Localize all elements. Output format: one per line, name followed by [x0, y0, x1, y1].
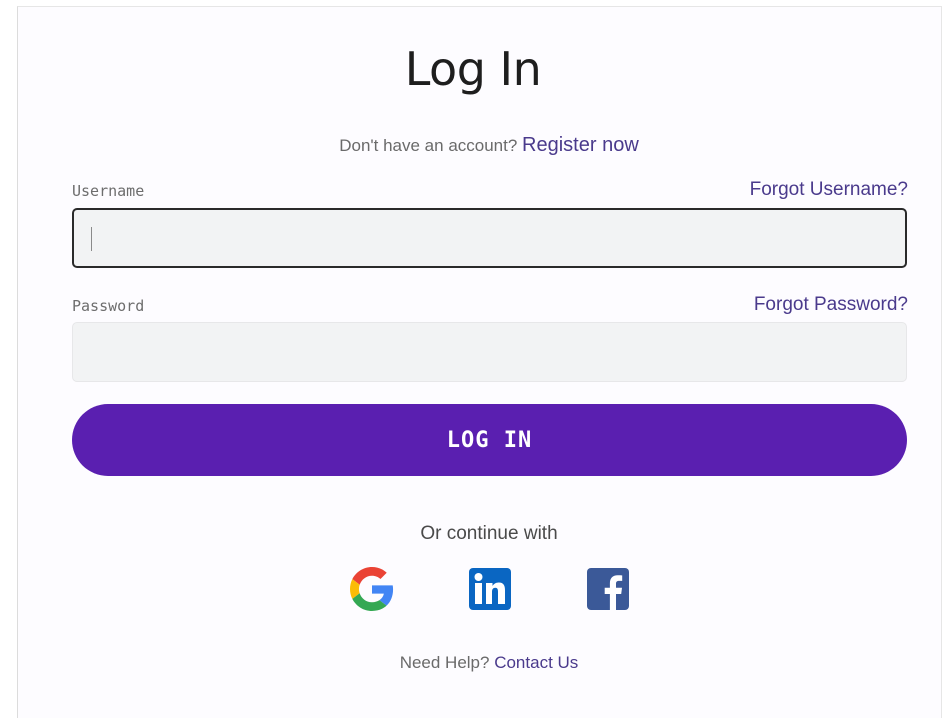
text-caret	[91, 227, 92, 251]
help-prompt-text: Need Help?	[399, 653, 490, 672]
page-title: Log In	[404, 42, 542, 96]
username-input[interactable]	[72, 208, 907, 268]
linkedin-login-button[interactable]	[467, 566, 513, 612]
password-label: Password	[72, 297, 145, 315]
register-link[interactable]: Register now	[522, 134, 639, 156]
register-prompt-text: Don't have an account?	[339, 136, 518, 155]
username-label: Username	[72, 182, 145, 200]
contact-us-link[interactable]: Contact Us	[494, 653, 578, 672]
forgot-password-link[interactable]: Forgot Password?	[754, 294, 908, 316]
facebook-login-button[interactable]	[585, 566, 631, 612]
help-prompt: Need Help? Contact Us	[0, 653, 946, 673]
facebook-icon	[587, 568, 629, 610]
password-input[interactable]	[72, 322, 907, 382]
forgot-username-link[interactable]: Forgot Username?	[750, 179, 908, 201]
google-login-button[interactable]	[349, 566, 395, 612]
linkedin-icon	[469, 568, 511, 610]
google-icon	[350, 567, 394, 611]
login-button[interactable]: LOG IN	[72, 404, 907, 476]
register-prompt: Don't have an account? Register now	[0, 134, 946, 157]
continue-with-label: Or continue with	[420, 523, 558, 544]
